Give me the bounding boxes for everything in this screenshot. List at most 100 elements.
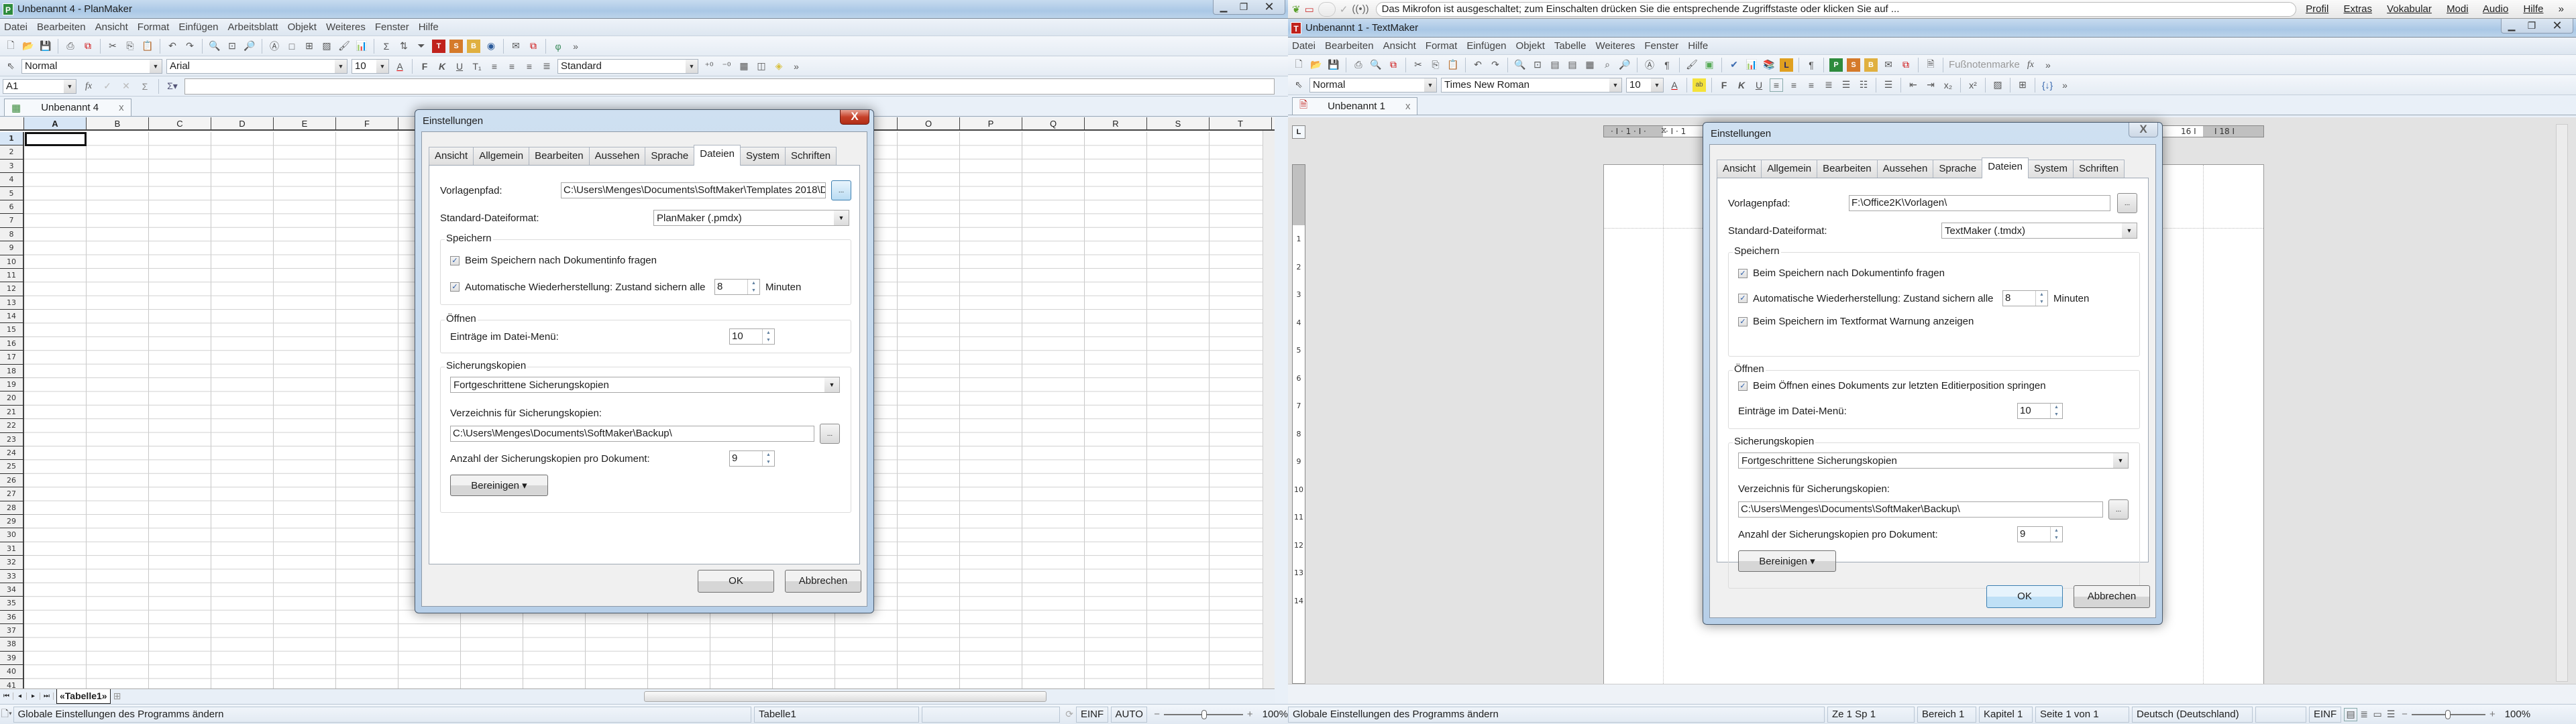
sort-icon[interactable]: ⇅ [397,40,411,53]
add-sheet-icon[interactable]: ⊞ [111,690,124,703]
dialog-close-button[interactable]: X [840,110,869,125]
row-header[interactable]: 23 [0,432,24,446]
column-header[interactable]: E [274,117,336,129]
backup-dir-browse-button[interactable]: ... [2108,499,2129,520]
column-header[interactable]: B [87,117,149,129]
email-icon[interactable]: ✉ [1882,58,1895,72]
row-header[interactable]: 41 [0,678,24,688]
menu-format[interactable]: Format [138,21,170,33]
more-icon[interactable]: » [2041,58,2055,72]
column-header[interactable]: Q [1022,117,1085,129]
last-sheet-icon[interactable]: ⏭ [40,692,54,700]
superscript-icon[interactable]: x² [1966,78,1980,92]
basic-launch-icon[interactable]: B [467,39,480,53]
menu-vokabular[interactable]: Vokabular [2387,3,2432,15]
row-header[interactable]: 33 [0,569,24,583]
dialog-close-button[interactable]: X [2129,123,2158,137]
shading-icon[interactable]: ▨ [320,40,333,53]
fx-icon[interactable]: fx [82,80,95,93]
refresh-icon[interactable]: ⟳ [1063,708,1076,721]
row-header[interactable]: 4 [0,173,24,187]
selected-cell-a1[interactable] [25,132,87,146]
fx-icon[interactable]: fx [2024,58,2037,72]
horizontal-scrollbar[interactable] [644,690,1046,702]
cell-reference-box[interactable]: A1 ▼ [3,78,76,94]
undo-icon[interactable]: ↶ [166,40,179,53]
menu-datei[interactable]: Datei [1292,40,1316,52]
paragraph-frame-icon[interactable]: ¶ [1660,58,1674,72]
sum-dropdown-icon[interactable]: Σ▾ [166,80,179,93]
row-header[interactable]: 15 [0,323,24,337]
superscript-icon[interactable]: T₁ [470,60,484,73]
column-header[interactable]: O [898,117,960,129]
style-select[interactable]: Normal ▼ [1309,77,1437,93]
menu-profil[interactable]: Profil [2306,3,2328,15]
shading-icon[interactable]: ▨ [1991,78,2004,92]
backup-dir-input[interactable]: C:\Users\Menges\Documents\SoftMaker\Back… [450,426,814,442]
column-header[interactable]: P [960,117,1022,129]
filter-icon[interactable]: ⏷ [415,40,428,53]
zoom-area-icon[interactable]: 🔎 [1618,58,1631,72]
zoom-out-button[interactable]: − [2402,709,2408,720]
indent-marker-icon[interactable]: ⧖ [1661,126,1666,135]
view-normal-icon[interactable]: ▤ [1566,58,1579,72]
row-header[interactable]: 31 [0,542,24,556]
increase-indent-icon[interactable]: ⇥ [1924,78,1937,92]
tab-ansicht[interactable]: Ansicht [1717,160,1762,178]
new-file-icon[interactable]: 🗋 [1292,58,1305,72]
highlight-icon[interactable]: ab [1693,78,1706,92]
default-format-select[interactable]: TextMaker (.tmdx) ▼ [1941,223,2137,239]
row-header[interactable]: 39 [0,651,24,666]
bullet-list-icon[interactable]: ☰ [1839,78,1853,92]
row-header[interactable]: 10 [0,255,24,269]
row-header[interactable]: 24 [0,446,24,461]
bold-icon[interactable]: F [1717,78,1731,92]
minimize-button[interactable]: ▁ [1214,0,1234,14]
border-icon[interactable]: □ [285,40,299,53]
document-tab[interactable]: 🗎 Unbenannt 1 x [1292,97,1418,115]
autorecover-checkbox[interactable]: ✓ [450,282,460,292]
pdf-export-icon[interactable]: ⧉ [81,40,95,53]
zoom-in-button[interactable]: + [2489,709,2496,720]
row-header[interactable]: 3 [0,159,24,174]
file-icon[interactable]: 🗋▾ [0,708,13,721]
ok-button[interactable]: OK [698,570,774,593]
number-format-select[interactable]: Standard ▼ [557,58,698,74]
justify-icon[interactable]: ≣ [540,60,553,73]
row-header[interactable]: 5 [0,186,24,200]
sum-icon[interactable]: Σ [380,40,393,53]
font-size-select[interactable]: 10 ▼ [1626,77,1664,93]
first-sheet-icon[interactable]: ⏮ [0,692,13,700]
backup-count-stepper[interactable]: 9 ▲ ▼ [2017,526,2063,542]
row-header[interactable]: 26 [0,473,24,488]
zoom-out-button[interactable]: − [1154,709,1160,720]
menu-tabelle[interactable]: Tabelle [1554,40,1587,52]
menu-arbeitsblatt[interactable]: Arbeitsblatt [228,21,278,33]
row-header[interactable]: 19 [0,378,24,392]
row-header[interactable]: 32 [0,556,24,570]
vertical-scrollbar[interactable] [2556,124,2568,682]
font-color-icon[interactable]: A [393,60,407,73]
pdf-export-icon[interactable]: ⧉ [1387,58,1400,72]
view-page-icon[interactable]: ▤ [1548,58,1562,72]
increase-decimals-icon[interactable]: ⁺⁰ [702,60,716,73]
tab-ansicht[interactable]: Ansicht [429,147,474,166]
row-header[interactable]: 16 [0,337,24,351]
textmaker-launch-icon[interactable]: T [432,39,445,53]
subscript-icon[interactable]: x₂ [1941,78,1955,92]
formula-input[interactable] [184,78,1275,95]
pointer-icon[interactable]: ⇖ [1292,78,1305,92]
cut-icon[interactable]: ✂ [1411,58,1425,72]
row-header[interactable]: 36 [0,610,24,625]
column-header[interactable]: S [1147,117,1210,129]
row-header[interactable]: 35 [0,597,24,611]
fullscreen-view-icon[interactable]: ▭ [2371,708,2384,721]
more-icon[interactable]: » [2559,3,2564,15]
decrease-decimals-icon[interactable]: ⁻⁰ [720,60,733,73]
tab-aussehen[interactable]: Aussehen [1876,160,1934,178]
menu-objekt[interactable]: Objekt [288,21,317,33]
tab-sprache[interactable]: Sprache [645,147,695,166]
row-header[interactable]: 9 [0,241,24,255]
last-position-checkbox[interactable]: ✓ [1738,381,1748,391]
horizontal-scrollbar[interactable] [1288,684,2576,704]
